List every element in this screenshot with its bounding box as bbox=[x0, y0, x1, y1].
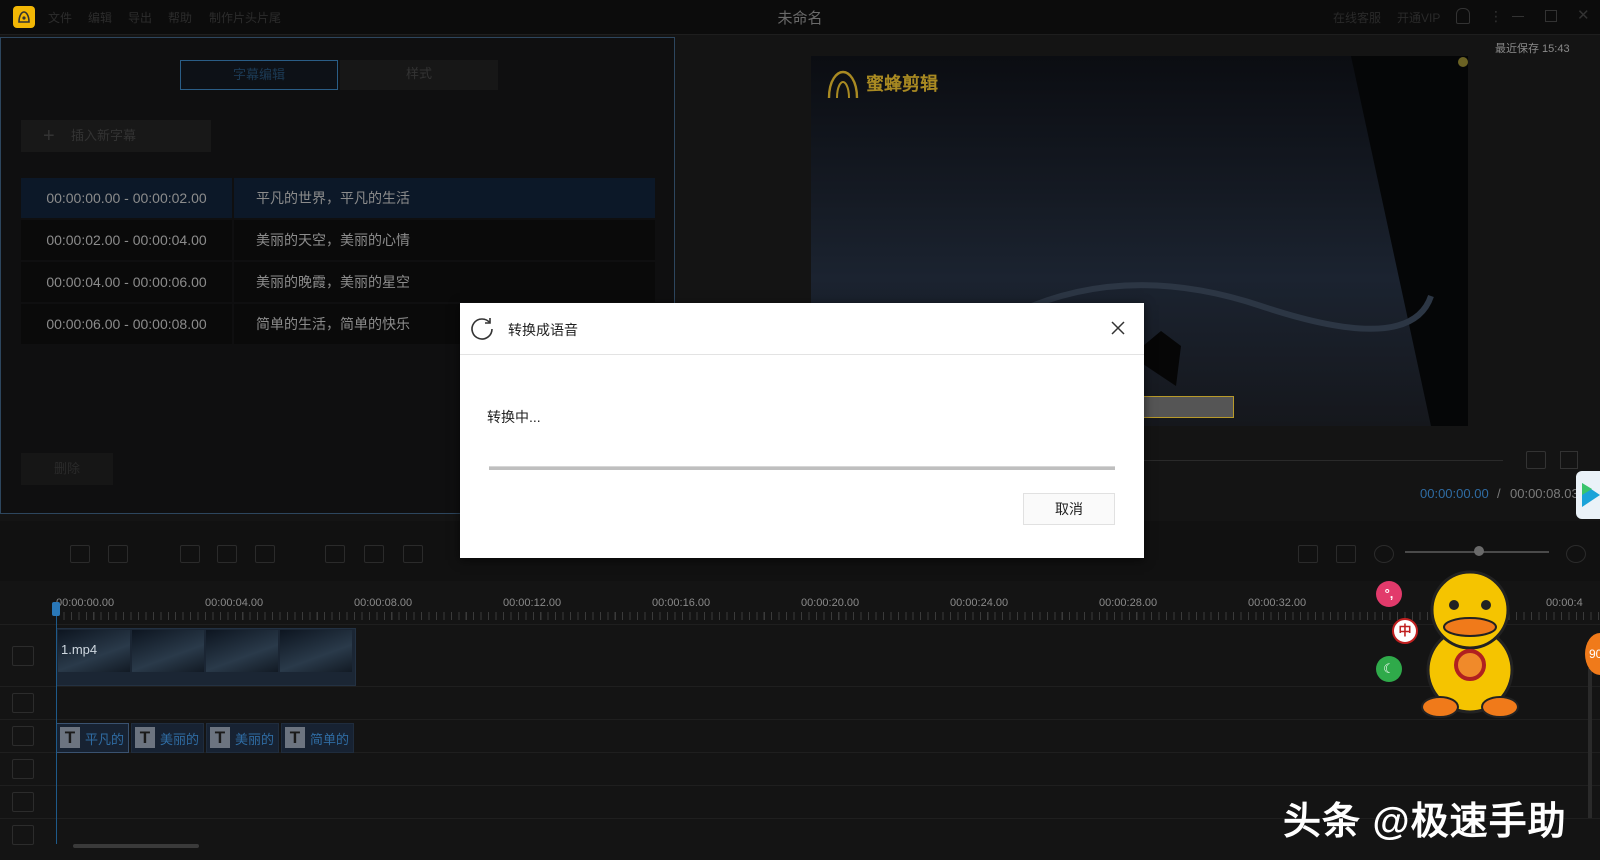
close-icon[interactable] bbox=[1110, 320, 1126, 336]
conversion-progress-bar bbox=[489, 466, 1115, 470]
convert-to-speech-dialog: 转换成语音 转换中... 取消 bbox=[460, 303, 1144, 558]
refresh-icon bbox=[471, 318, 493, 340]
dialog-header: 转换成语音 bbox=[460, 303, 1144, 355]
cancel-button[interactable]: 取消 bbox=[1023, 493, 1115, 525]
dialog-title: 转换成语音 bbox=[508, 322, 578, 338]
conversion-status: 转换中... bbox=[487, 409, 541, 425]
